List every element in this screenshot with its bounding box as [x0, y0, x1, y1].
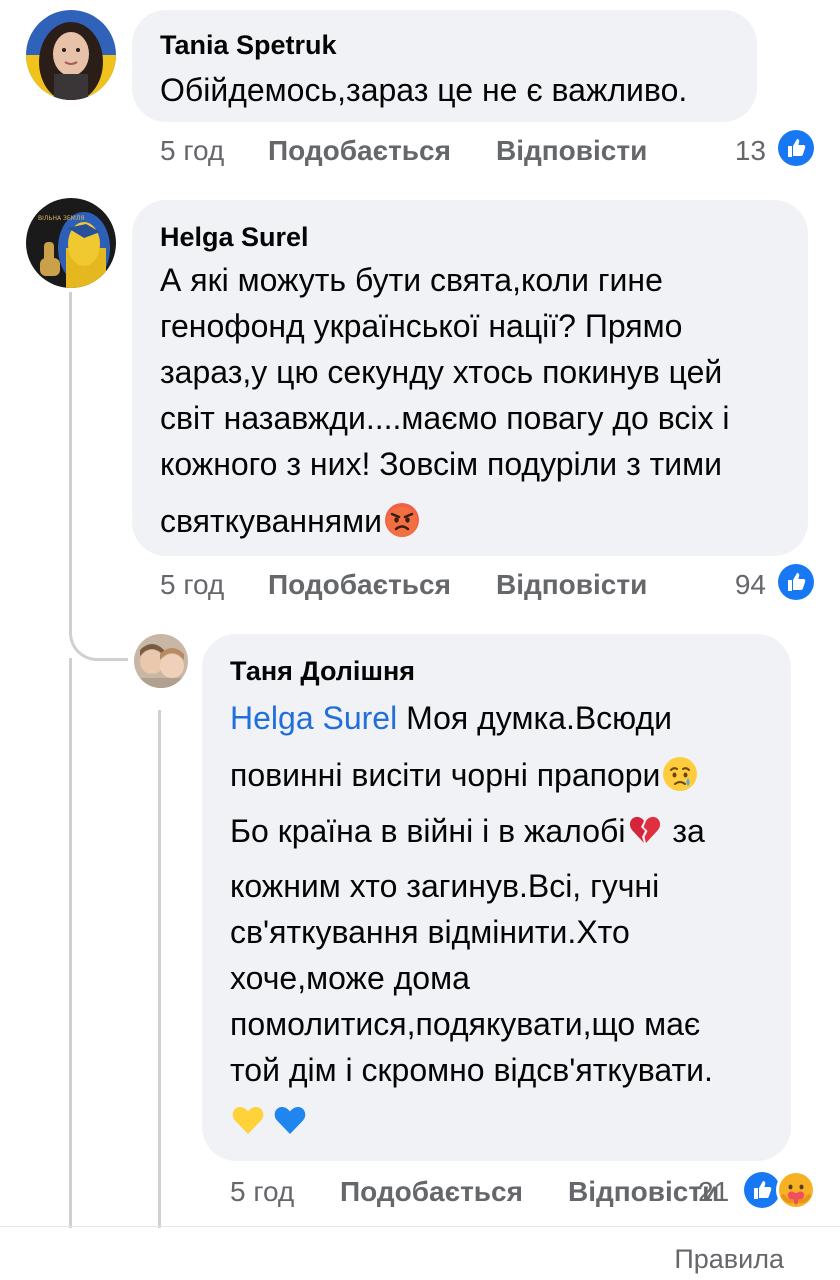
comment-author[interactable]: Tania Spetruk: [160, 30, 337, 61]
avatar[interactable]: [26, 10, 116, 100]
reply-text-fragment: за: [672, 813, 705, 849]
comment-text-fragment: святкуваннями: [160, 503, 382, 539]
comment-time[interactable]: 5 год: [160, 569, 224, 601]
comments-page: Tania Spetruk Обійдемось,зараз це не є в…: [0, 0, 840, 1280]
reply-author[interactable]: Таня Долішня: [230, 656, 415, 687]
rules-link[interactable]: Правила: [674, 1244, 784, 1275]
reaction-count[interactable]: 21: [698, 1176, 729, 1208]
like-icon[interactable]: [776, 128, 816, 168]
like-button[interactable]: Подобається: [268, 569, 451, 601]
reply-button[interactable]: Відповісти: [496, 135, 647, 167]
comment-text-line: кожного з них! Зовсім подуріли з тими: [160, 446, 723, 482]
reaction-count[interactable]: 13: [735, 135, 766, 167]
reply-button[interactable]: Відповісти: [496, 569, 647, 601]
footer-divider: [0, 1226, 840, 1227]
reply-text-line: повинні висіти чорні прапори: [230, 756, 698, 794]
like-button[interactable]: Подобається: [340, 1176, 523, 1208]
reply-emoji-row: [230, 1102, 310, 1142]
comment-text-line: А які можуть бути свята,коли гине: [160, 262, 663, 298]
comment-text-line: святкуваннями: [160, 502, 420, 540]
reply-text-line: хоче,може дома: [230, 960, 470, 996]
reaction-count[interactable]: 94: [735, 569, 766, 601]
reply-text-line: Бо країна в війні і в жалобі за: [230, 812, 705, 850]
mention-link[interactable]: Helga Surel: [230, 700, 397, 736]
reply-text-line: помолитися,подякувати,що має: [230, 1006, 701, 1042]
thread-connector: [69, 600, 128, 661]
comment-text-line: зараз,у цю секунду хтось покинув цей: [160, 354, 723, 390]
angry-face-emoji: [384, 502, 420, 538]
reply-text-line: той дім і скромно відсв'яткувати.: [230, 1052, 713, 1088]
thread-line: [69, 292, 72, 628]
reply-time[interactable]: 5 год: [230, 1176, 294, 1208]
reply-text-line: кожним хто загинув.Всі, гучні: [230, 868, 660, 904]
reply-text-fragment: Моя думка.Всюди: [406, 700, 673, 736]
comment-text: Обійдемось,зараз це не є важливо.: [160, 72, 688, 108]
care-icon[interactable]: [776, 1170, 816, 1210]
thread-line: [69, 658, 72, 1228]
comment-time[interactable]: 5 год: [160, 135, 224, 167]
reply-button[interactable]: Відповісти: [568, 1176, 719, 1208]
avatar-photo: [26, 10, 116, 100]
avatar[interactable]: ВІЛЬНА ЗЕМЛЯ: [26, 198, 116, 288]
blue-heart-emoji: [272, 1102, 310, 1140]
reply-text-line: Helga Surel Моя думка.Всюди: [230, 700, 672, 737]
reply-text-fragment: Бо країна в війні і в жалобі: [230, 813, 626, 849]
comment-author[interactable]: Helga Surel: [160, 222, 309, 253]
reply-text-fragment: повинні висіти чорні прапори: [230, 757, 661, 793]
avatar-photo: ВІЛЬНА ЗЕМЛЯ: [26, 198, 116, 288]
like-icon[interactable]: [776, 562, 816, 602]
like-button[interactable]: Подобається: [268, 135, 451, 167]
yellow-heart-emoji: [230, 1102, 268, 1140]
comment-text-line: генофонд української нації? Прямо: [160, 308, 683, 344]
reply-text-line: св'яткування відмінити.Хто: [230, 914, 630, 950]
broken-heart-emoji: [627, 812, 663, 848]
svg-text:ВІЛЬНА ЗЕМЛЯ: ВІЛЬНА ЗЕМЛЯ: [38, 215, 85, 222]
reply-thread-line: [158, 710, 161, 1228]
avatar-photo: [134, 634, 188, 688]
comment-text-line: світ назавжди....маємо повагу до всіх і: [160, 400, 730, 436]
crying-face-emoji: [662, 756, 698, 792]
avatar[interactable]: [134, 634, 188, 688]
